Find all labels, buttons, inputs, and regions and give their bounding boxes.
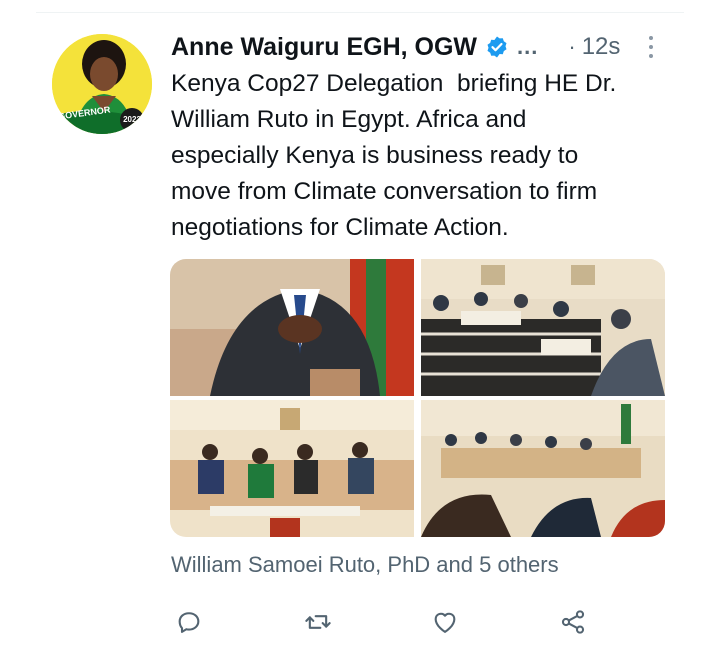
separator-dot: · — [568, 34, 576, 59]
avatar[interactable]: GOVERNOR 2022 — [52, 34, 152, 134]
share-button[interactable] — [551, 600, 595, 644]
reply-icon — [178, 612, 200, 633]
like-icon — [434, 612, 456, 633]
share-icon — [561, 610, 585, 634]
retweet-icon — [305, 615, 331, 629]
media-photo-1[interactable] — [170, 259, 414, 396]
tweet-text: Kenya Cop27 Delegation briefing HE Dr. W… — [171, 70, 617, 241]
avatar-badge-year: 2022 — [120, 108, 144, 132]
retweet-button[interactable] — [296, 600, 340, 644]
photo-image — [421, 400, 665, 537]
tweet-header: Anne Waiguru EGH, OGW ... · 12s — [171, 29, 670, 65]
author-name[interactable]: Anne Waiguru EGH, OGW — [171, 33, 477, 62]
media-photo-4[interactable] — [421, 400, 665, 537]
like-button[interactable] — [423, 600, 467, 644]
reply-button[interactable] — [167, 600, 211, 644]
name-ellipsis: ... — [517, 34, 539, 59]
media-grid[interactable] — [170, 259, 665, 537]
photo-image — [170, 400, 414, 537]
media-photo-3[interactable] — [170, 400, 414, 537]
timestamp[interactable]: 12s — [582, 33, 621, 61]
media-photo-2[interactable] — [421, 259, 665, 396]
likes-summary[interactable]: William Samoei Ruto, PhD and 5 others — [171, 552, 559, 578]
action-bar — [0, 600, 720, 644]
photo-image — [170, 259, 414, 396]
photo-image — [421, 259, 665, 396]
more-options-icon[interactable] — [647, 36, 655, 58]
verified-badge-icon — [487, 36, 507, 58]
top-divider — [36, 12, 684, 13]
